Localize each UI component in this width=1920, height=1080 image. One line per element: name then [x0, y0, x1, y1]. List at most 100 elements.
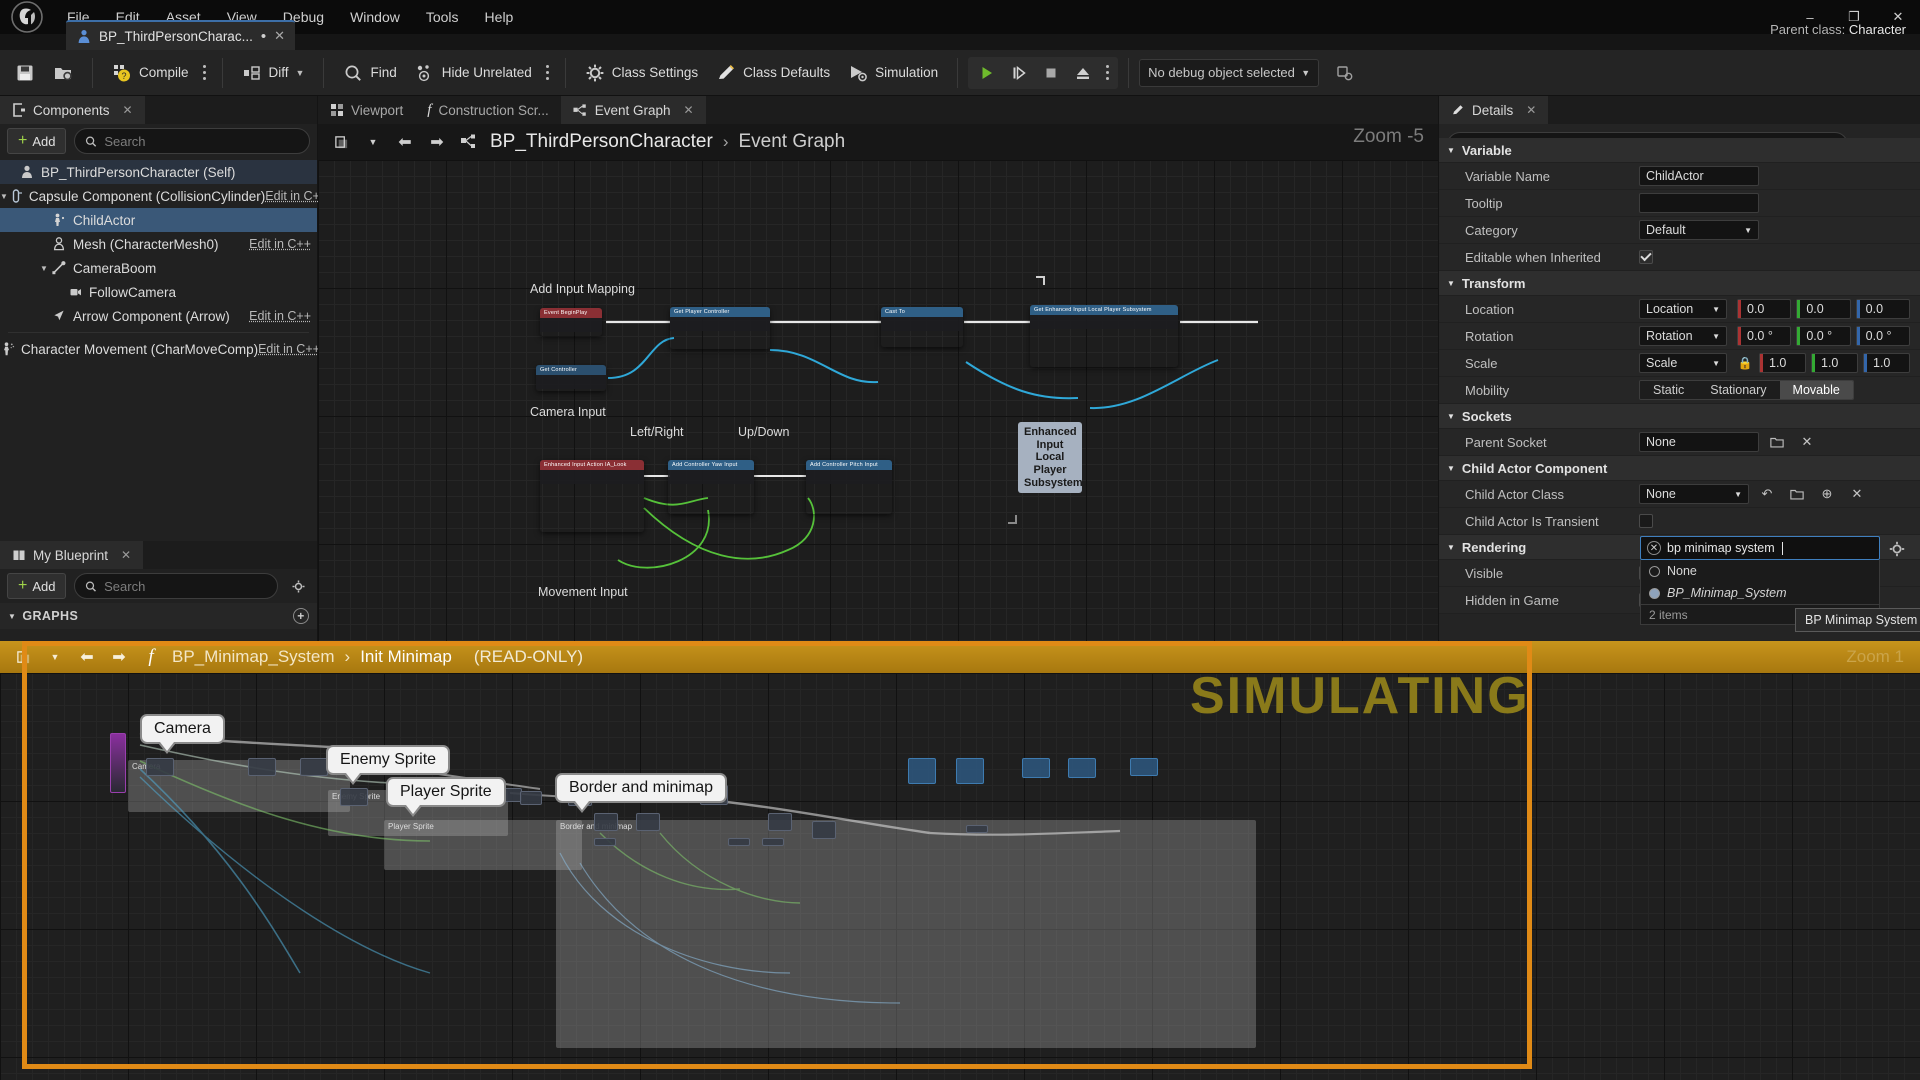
find-button[interactable]: Find: [334, 56, 405, 90]
vector-z-field[interactable]: 0.0: [1856, 299, 1910, 319]
class-settings-button[interactable]: Class Settings: [576, 56, 707, 90]
class-picker-search-box[interactable]: ✕ bp minimap system: [1640, 536, 1880, 560]
component-tree-row[interactable]: ▼Capsule Component (CollisionCylinder)Ed…: [0, 184, 317, 208]
details-category-header[interactable]: ▼Sockets: [1439, 404, 1920, 429]
tab-details[interactable]: Details ✕: [1439, 96, 1548, 124]
property-text-input[interactable]: ChildActor: [1639, 166, 1759, 186]
simulation-node[interactable]: [594, 838, 616, 846]
components-search-box[interactable]: [74, 128, 310, 154]
hide-unrelated-options-menu[interactable]: [541, 56, 555, 90]
expand-caret-icon[interactable]: ▼: [0, 184, 8, 208]
new-asset-icon[interactable]: ⊕: [1815, 482, 1839, 506]
clear-asset-icon[interactable]: ✕: [1845, 482, 1869, 506]
property-text-input[interactable]: [1639, 193, 1759, 213]
expand-caret-icon[interactable]: ▼: [38, 256, 50, 280]
details-category-header[interactable]: ▼Transform: [1439, 271, 1920, 296]
blueprint-node[interactable]: Get Player Controller: [670, 307, 770, 349]
transform-mode-select[interactable]: Location▼: [1639, 299, 1727, 319]
simulation-node[interactable]: [520, 791, 542, 805]
debug-object-select[interactable]: No debug object selected ▼: [1139, 59, 1319, 87]
diff-button[interactable]: Diff ▼: [233, 56, 314, 90]
eject-button[interactable]: [1068, 59, 1098, 87]
graph-history-icon[interactable]: [12, 646, 34, 668]
property-checkbox[interactable]: [1639, 250, 1653, 264]
simulation-node[interactable]: [956, 758, 984, 784]
my-blueprint-search-input[interactable]: [104, 579, 267, 594]
tab-viewport[interactable]: Viewport: [318, 96, 415, 124]
tab-components[interactable]: Components ✕: [0, 96, 145, 124]
class-picker-option[interactable]: None: [1641, 560, 1879, 582]
details-category-header[interactable]: ▼Child Actor Component: [1439, 456, 1920, 481]
play-button[interactable]: [972, 59, 1002, 87]
transform-mode-select[interactable]: Scale▼: [1639, 353, 1727, 373]
debug-filter-button[interactable]: [1327, 56, 1363, 90]
component-tree-row[interactable]: Mesh (CharacterMesh0)Edit in C++: [0, 232, 317, 256]
class-defaults-button[interactable]: Class Defaults: [707, 56, 839, 90]
blueprint-node[interactable]: Add Controller Yaw Input: [668, 460, 754, 514]
simulation-canvas[interactable]: CameraEnemy SpritePlayer SpriteBorder an…: [0, 673, 1920, 1080]
edit-in-cpp-link[interactable]: Edit in C++: [249, 237, 311, 251]
browse-asset-icon[interactable]: [1785, 482, 1809, 506]
compile-button[interactable]: ? Compile: [103, 56, 198, 90]
vector-x-field[interactable]: 0.0 °: [1737, 326, 1791, 346]
tab-construction-scr[interactable]: fConstruction Scr...: [415, 96, 560, 124]
component-tree-row[interactable]: BP_ThirdPersonCharacter (Self): [0, 160, 317, 184]
simulation-node[interactable]: [340, 788, 368, 806]
blueprint-node[interactable]: Cast To: [881, 307, 963, 347]
tab-event-graph[interactable]: Event Graph✕: [561, 96, 706, 124]
component-tree-row[interactable]: ▼CameraBoom: [0, 256, 317, 280]
simulation-node[interactable]: [1068, 758, 1096, 778]
clear-icon[interactable]: ✕: [1647, 541, 1661, 555]
add-graph-icon[interactable]: +: [293, 608, 309, 624]
add-component-button[interactable]: + Add: [7, 128, 66, 154]
simulation-node[interactable]: [110, 733, 126, 793]
component-tree-row[interactable]: FollowCamera: [0, 280, 317, 304]
vector-y-field[interactable]: 0.0 °: [1796, 326, 1850, 346]
add-blueprint-item-button[interactable]: + Add: [7, 573, 66, 599]
class-picker-settings-icon[interactable]: [1888, 540, 1906, 558]
blueprint-node[interactable]: Add Controller Pitch Input: [806, 460, 892, 514]
child-actor-class-select[interactable]: None▼: [1639, 484, 1749, 504]
component-tree-row[interactable]: Arrow Component (Arrow)Edit in C++: [0, 304, 317, 328]
transform-mode-select[interactable]: Rotation▼: [1639, 326, 1727, 346]
chevron-down-icon[interactable]: ▼: [362, 131, 384, 153]
close-icon[interactable]: ✕: [121, 548, 131, 562]
close-icon[interactable]: ✕: [1526, 103, 1536, 117]
vector-y-field[interactable]: 1.0: [1811, 353, 1858, 373]
edit-in-cpp-link[interactable]: Edit in C++: [258, 342, 320, 356]
component-tree-row[interactable]: ChildActor: [0, 208, 317, 232]
step-button[interactable]: [1004, 59, 1034, 87]
edit-in-cpp-link[interactable]: Edit in C++: [249, 309, 311, 323]
vector-x-field[interactable]: 0.0: [1737, 299, 1791, 319]
back-button[interactable]: ⬅: [394, 131, 416, 153]
components-search-input[interactable]: [104, 134, 299, 149]
simulation-node[interactable]: [300, 758, 328, 776]
vector-z-field[interactable]: 1.0: [1863, 353, 1910, 373]
clear-socket-icon[interactable]: ✕: [1795, 430, 1819, 454]
mobility-option[interactable]: Movable: [1780, 381, 1853, 399]
close-icon[interactable]: ✕: [684, 103, 694, 117]
sim-breadcrumb-leaf[interactable]: Init Minimap: [360, 647, 452, 667]
property-select[interactable]: Default▼: [1639, 220, 1759, 240]
forward-button[interactable]: ➡: [426, 131, 448, 153]
simulation-node[interactable]: [728, 838, 750, 846]
simulation-button[interactable]: Simulation: [839, 56, 947, 90]
forward-button[interactable]: ➡: [108, 646, 130, 668]
simulation-node[interactable]: [908, 758, 936, 784]
play-options-menu[interactable]: [1100, 56, 1114, 90]
stop-button[interactable]: [1036, 59, 1066, 87]
close-icon[interactable]: ✕: [274, 28, 285, 44]
simulation-node[interactable]: [146, 758, 174, 776]
chevron-down-icon[interactable]: ▼: [44, 646, 66, 668]
simulation-node[interactable]: [768, 813, 792, 831]
vector-y-field[interactable]: 0.0: [1796, 299, 1850, 319]
parent-class-value[interactable]: Character: [1849, 22, 1906, 37]
simulation-node[interactable]: [248, 758, 276, 776]
browse-socket-icon[interactable]: [1765, 430, 1789, 454]
mobility-option[interactable]: Stationary: [1697, 381, 1779, 399]
graph-canvas[interactable]: Add Input MappingCamera InputMovement In…: [318, 160, 1438, 641]
simulation-node[interactable]: [762, 838, 784, 846]
lock-icon[interactable]: 🔒: [1737, 355, 1753, 371]
simulation-node[interactable]: [812, 821, 836, 839]
mobility-option[interactable]: Static: [1640, 381, 1697, 399]
